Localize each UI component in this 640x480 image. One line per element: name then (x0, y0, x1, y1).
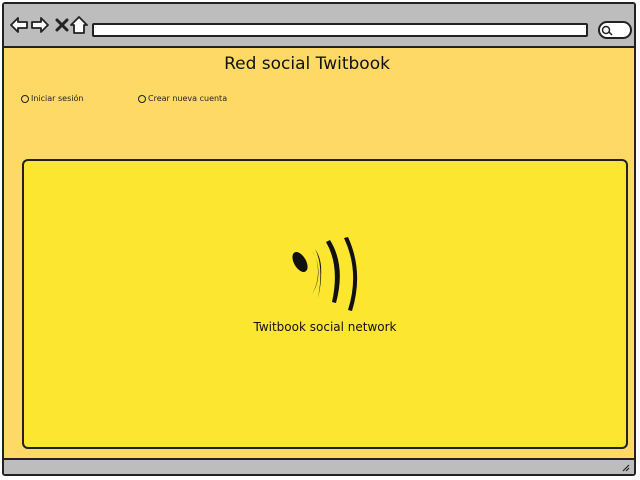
page-title: Red social Twitbook (224, 54, 390, 74)
create-account-option-label: Crear nueva cuenta (148, 94, 228, 103)
hero-panel: Twitbook social network (22, 159, 628, 449)
forward-arrow-icon[interactable] (31, 16, 49, 34)
back-arrow-icon[interactable] (10, 16, 28, 34)
twitbook-logo (292, 237, 358, 311)
search-icon (601, 25, 613, 36)
browser-window: Red social Twitbook Iniciar sesión Crear… (2, 2, 636, 476)
login-option-label: Iniciar sesión (31, 94, 84, 103)
close-icon[interactable] (53, 16, 71, 34)
browser-status-bar (4, 458, 634, 474)
browser-search-box[interactable] (598, 21, 632, 39)
home-icon[interactable] (70, 16, 88, 34)
radio-button[interactable] (138, 94, 146, 103)
resize-grip-icon[interactable] (620, 462, 630, 472)
url-input[interactable] (92, 23, 588, 37)
panel-caption: Twitbook social network (253, 320, 397, 334)
create-account-option[interactable]: Crear nueva cuenta (138, 94, 227, 103)
login-option[interactable]: Iniciar sesión (21, 94, 83, 103)
radio-button[interactable] (21, 94, 29, 103)
browser-toolbar (4, 4, 634, 48)
